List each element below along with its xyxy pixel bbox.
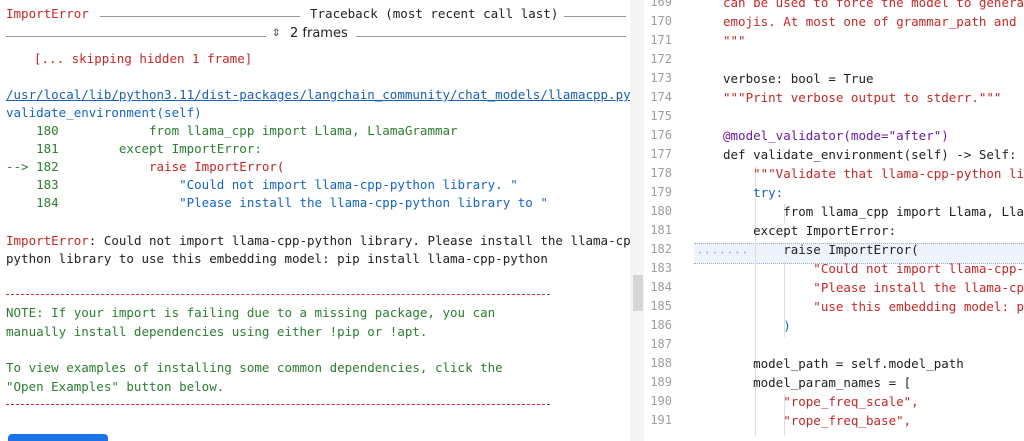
editor-code-line: "rope_freq_base", (723, 413, 912, 428)
frames-toggle[interactable]: 2 frames (290, 26, 348, 41)
expand-frames-icon[interactable]: ⇕ (272, 24, 280, 40)
editor-code-line: emojis. At most one of grammar_path and … (723, 14, 1024, 29)
editor-code-line: ) (723, 318, 791, 333)
editor-code-line: """ (723, 33, 746, 48)
editor-line-number: 175 (650, 109, 672, 123)
line-number: 182 (36, 159, 59, 174)
editor-code-line: verbose: bool = True (723, 71, 874, 86)
output-pane: ImportError Traceback (most recent call … (0, 0, 630, 441)
line-number: 184 (36, 195, 59, 210)
editor-code-line: "Please install the llama-cpp- (723, 280, 1024, 295)
editor-line-number: 189 (650, 375, 672, 389)
frames-divider-left (6, 36, 266, 37)
editor-line-number: 184 (650, 280, 672, 294)
code-line-current: --> 182 raise ImportError( (6, 158, 284, 176)
code-line: 181 except ImportError: (6, 140, 262, 158)
editor-code-line: @model_validator(mode="after") (723, 128, 949, 143)
editor-line-number: 178 (650, 166, 672, 180)
editor-code-line: def validate_environment(self) -> Self: (723, 147, 1017, 162)
line-code: from llama_cpp import Llama, LlamaGramma… (58, 123, 458, 138)
line-arrow (6, 195, 29, 210)
func-args: (self) (156, 105, 202, 120)
line-number: 183 (36, 177, 59, 192)
frames-row: ⇕ 2 frames (6, 24, 626, 46)
editor-line-number: 170 (650, 14, 672, 28)
editor-line-number: 188 (650, 356, 672, 370)
editor-code-line: model_path = self.model_path (723, 356, 964, 371)
editor-line-number: 182 (650, 242, 672, 256)
editor-code-line: "Could not import llama-cpp-py (723, 261, 1024, 276)
editor-line-number: 183 (650, 261, 672, 275)
editor-line-number: 173 (650, 71, 672, 85)
func-name: validate_environment (6, 105, 157, 120)
line-code: "Could not import llama-cpp-python libra… (58, 177, 518, 192)
editor-code-line: from llama_cpp import Llama, Llama (723, 204, 1024, 219)
open-examples-button[interactable] (8, 434, 108, 441)
editor-code-line: model_param_names = [ (723, 375, 912, 390)
editor-line-number: 185 (650, 299, 672, 313)
traceback-title: Traceback (most recent call last) (310, 6, 559, 21)
editor-line-number: 191 (650, 413, 672, 427)
code-line: 184 "Please install the llama-cpp-python… (6, 194, 548, 212)
output-scrollbar-thumb[interactable] (633, 275, 643, 311)
editor-code-line: can be used to force the model to genera… (723, 0, 1024, 10)
line-code: raise ImportError( (58, 159, 285, 174)
code-editor[interactable]: ······· 169 170 171 172 173 174 175 176 … (644, 0, 1024, 441)
editor-line-number: 169 (650, 0, 672, 9)
error-message-name: ImportError (6, 233, 89, 248)
line-arrow (6, 141, 29, 156)
editor-code-line: raise ImportError( (723, 242, 919, 257)
output-scrollbar[interactable] (630, 0, 644, 441)
code-line: 180 from llama_cpp import Llama, LlamaGr… (6, 122, 458, 140)
editor-line-number: 172 (650, 52, 672, 66)
error-message-line1: ImportError: Could not import llama-cpp-… (6, 232, 630, 250)
header-divider-right (564, 16, 626, 17)
line-code: "Please install the llama-cpp-python lib… (58, 195, 548, 210)
code-line: 183 "Could not import llama-cpp-python l… (6, 176, 518, 194)
editor-line-number: 179 (650, 185, 672, 199)
editor-code-line: try: (723, 185, 784, 200)
editor-code-line: except ImportError: (723, 223, 897, 238)
editor-line-number: 177 (650, 147, 672, 161)
editor-line-number: 190 (650, 394, 672, 408)
current-line-arrow: --> (6, 159, 29, 174)
note-line3: To view examples of installing some comm… (6, 360, 503, 375)
error-name: ImportError (6, 6, 89, 21)
file-path-link[interactable]: /usr/local/lib/python3.11/dist-packages/… (6, 87, 630, 102)
line-code: except ImportError: (58, 141, 262, 156)
note-line1: NOTE: If your import is failing due to a… (6, 305, 496, 320)
editor-line-number: 181 (650, 223, 672, 237)
editor-line-number: 186 (650, 318, 672, 332)
editor-code-line: """Print verbose output to stderr.""" (723, 90, 1002, 105)
line-number: 180 (36, 123, 59, 138)
traceback-file-line: /usr/local/lib/python3.11/dist-packages/… (6, 86, 630, 104)
line-arrow (6, 177, 29, 192)
editor-line-number: 187 (650, 337, 672, 351)
traceback-func-line: validate_environment(self) (6, 104, 202, 122)
note-divider-bottom (6, 404, 550, 405)
note-line4: "Open Examples" button below. (6, 379, 225, 394)
traceback-header: ImportError Traceback (most recent call … (6, 6, 626, 26)
editor-code-line: "use this embedding model: pip (723, 299, 1024, 314)
skipping-frame-text: [... skipping hidden 1 frame] (34, 51, 253, 66)
line-number-gutter: 169 170 171 172 173 174 175 176 177 178 … (644, 0, 694, 441)
note-divider-top (6, 294, 550, 295)
editor-code-line: "rope_freq_scale", (723, 394, 919, 409)
line-number: 181 (36, 141, 59, 156)
editor-code-line: """Validate that llama-cpp-python libr (723, 166, 1024, 181)
header-divider-left (100, 16, 300, 17)
error-message-text: : Could not import llama-cpp-python libr… (88, 233, 630, 248)
editor-line-number: 174 (650, 90, 672, 104)
editor-line-number: 180 (650, 204, 672, 218)
error-message-line2: python library to use this embedding mod… (6, 251, 548, 266)
note-line2: manually install dependencies using eith… (6, 324, 428, 339)
editor-line-number: 171 (650, 33, 672, 47)
line-arrow (6, 123, 29, 138)
frames-divider-right (356, 36, 626, 37)
editor-line-number: 176 (650, 128, 672, 142)
